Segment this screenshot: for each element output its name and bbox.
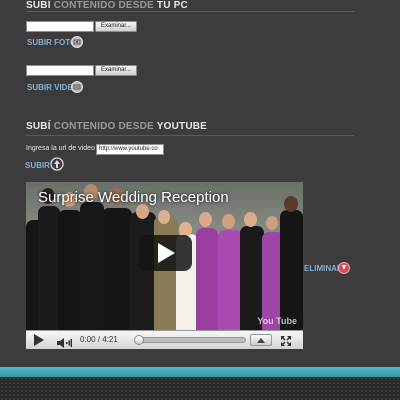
youtube-url-input[interactable]: http://www.youtube.co [96, 144, 164, 155]
playback-time: 0:00 / 4:21 [80, 335, 118, 344]
progress-knob[interactable] [134, 335, 144, 345]
progress-bar[interactable] [134, 335, 246, 345]
arrow-up-circle-icon[interactable] [50, 157, 64, 171]
youtube-watermark[interactable]: You Tube [257, 316, 297, 326]
video-file-input[interactable] [26, 65, 94, 76]
big-play-icon[interactable] [138, 235, 192, 271]
photo-file-input[interactable] [26, 21, 94, 32]
submit-youtube-link[interactable]: SUBIR [25, 161, 50, 170]
video-frame[interactable]: Surprise Wedding Reception You Tube [26, 182, 303, 330]
upload-circle-icon[interactable] [71, 81, 83, 93]
url-field-label: Ingresa la url de video [26, 145, 95, 152]
remove-video-link[interactable]: ELIMINAR [304, 264, 343, 273]
pc-section-heading: SUBÍ CONTENIDO DESDE TU PC [26, 0, 188, 11]
delete-circle-icon[interactable] [338, 262, 350, 274]
quality-button[interactable] [250, 334, 272, 346]
upload-circle-icon[interactable] [71, 36, 83, 48]
video-browse-button[interactable]: Examinar... [95, 65, 137, 76]
video-title: Surprise Wedding Reception [38, 189, 229, 206]
pc-section-divider [26, 11, 354, 12]
fullscreen-icon[interactable] [280, 334, 292, 346]
youtube-video-player[interactable]: Surprise Wedding Reception You Tube 0:00… [26, 182, 303, 349]
youtube-section-heading: SUBÍ CONTENIDO DESDE YOUTUBE [26, 121, 208, 132]
footer-pattern [0, 377, 400, 400]
upload-photo-link[interactable]: SUBIR FOTO [27, 38, 76, 47]
photo-browse-button[interactable]: Examinar... [95, 21, 137, 32]
footer-band [0, 367, 400, 377]
player-controls: 0:00 / 4:21 [26, 330, 303, 349]
youtube-section-divider [26, 135, 354, 136]
play-icon[interactable] [34, 334, 44, 346]
volume-icon[interactable] [56, 335, 72, 348]
